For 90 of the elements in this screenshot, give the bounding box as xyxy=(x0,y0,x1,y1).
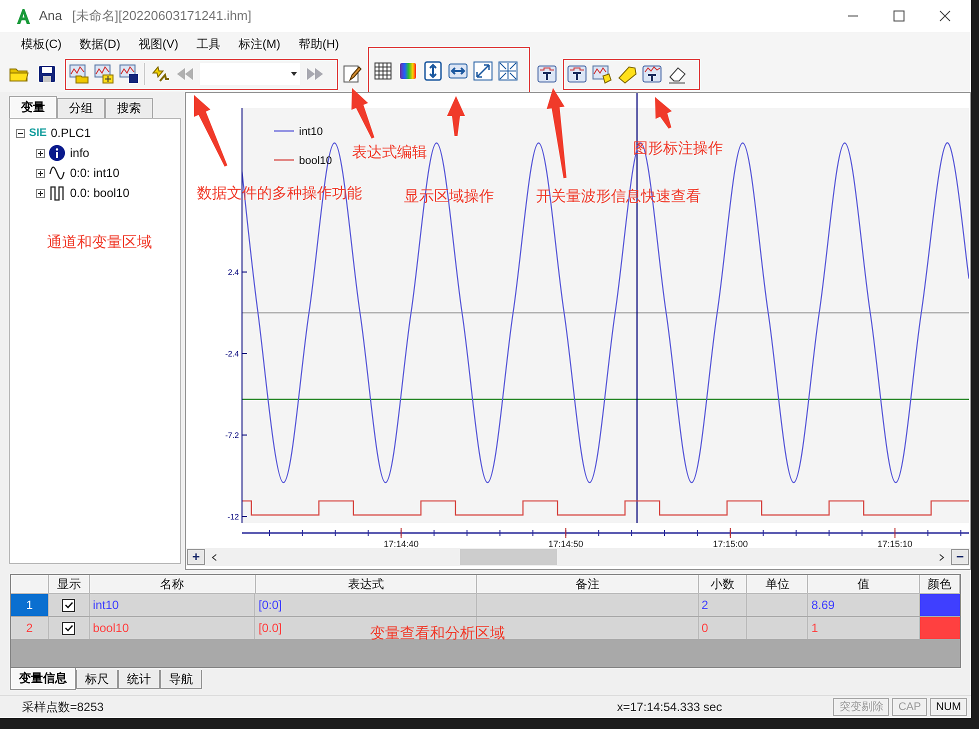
collapse-arrows-icon[interactable] xyxy=(498,60,518,80)
bit-wave-icon[interactable] xyxy=(537,64,557,84)
cursor-line[interactable] xyxy=(636,93,638,523)
table-cell-text: int10 xyxy=(92,597,119,614)
color-swatch[interactable] xyxy=(920,594,960,616)
x-tick-label: 17:15:10 xyxy=(877,539,912,548)
y-tick-label: -2.4 xyxy=(225,350,239,359)
expand-toggle[interactable] xyxy=(36,188,45,198)
save-icon[interactable] xyxy=(37,64,57,84)
expand-toggle[interactable] xyxy=(36,148,45,158)
expand-toggle[interactable] xyxy=(36,168,45,178)
y-tick-label: -12 xyxy=(227,512,239,522)
tree-item[interactable]: 0:0: int10 xyxy=(70,164,120,182)
legend-line xyxy=(274,130,294,132)
add-wave-icon[interactable] xyxy=(94,64,114,84)
pencil-icon[interactable] xyxy=(342,64,362,84)
table-cell-text: 1 xyxy=(811,620,818,637)
bottom-tab[interactable]: 统计 xyxy=(118,670,160,689)
checkbox[interactable] xyxy=(62,622,76,634)
x-tick-label: 17:14:50 xyxy=(548,539,584,548)
panel-tab[interactable]: 分组 xyxy=(57,98,105,118)
x-tick-label: 17:14:40 xyxy=(384,539,419,548)
menu-item[interactable]: 视图(V) xyxy=(131,35,186,53)
color-swatch[interactable] xyxy=(920,617,960,639)
menu-item[interactable]: 模板(C) xyxy=(14,35,69,53)
file-name: [未命名][20220603171241.ihm] xyxy=(72,7,252,26)
annotation-text: 变量查看和分析区域 xyxy=(370,624,505,644)
sine-wave-icon xyxy=(49,165,65,181)
menu-item[interactable]: 帮助(H) xyxy=(291,35,346,53)
square-wave-icon xyxy=(49,185,65,201)
tree-item[interactable]: info xyxy=(70,144,90,162)
cursor-position: x=17:14:54.333 sec xyxy=(617,699,722,716)
table-cell-text: 0 xyxy=(702,620,708,637)
menu-item[interactable]: 工具 xyxy=(189,35,228,53)
tag-icon[interactable] xyxy=(617,64,637,84)
open-wave-icon[interactable] xyxy=(69,64,89,84)
dropdown-caret-icon xyxy=(291,72,297,76)
save-wave-icon[interactable] xyxy=(119,64,139,84)
bottom-tab[interactable]: 标尺 xyxy=(76,670,118,689)
annotation-text: 通道和变量区域 xyxy=(47,233,152,253)
vertical-zoom-icon[interactable] xyxy=(423,60,443,80)
refresh-icon[interactable] xyxy=(150,64,170,84)
maximize-icon[interactable] xyxy=(893,10,905,22)
table-cell-text: 2 xyxy=(702,597,708,614)
wave-tag-icon[interactable] xyxy=(592,64,612,84)
table-cell-text: [0:0] xyxy=(258,597,282,614)
diagonal-arrow-icon[interactable] xyxy=(473,60,493,80)
app-logo-icon xyxy=(16,8,31,24)
status-indicator: CAP xyxy=(892,698,927,716)
x-tick-label: 17:15:00 xyxy=(712,539,748,548)
checkbox[interactable] xyxy=(62,598,76,612)
bottom-tab[interactable]: 变量信息 xyxy=(10,668,76,690)
legend-line xyxy=(274,159,294,161)
annotation-text: 表达式编辑 xyxy=(352,143,427,163)
color-palette-icon[interactable] xyxy=(398,60,418,80)
bottom-tab[interactable]: 导航 xyxy=(160,670,202,689)
sample-count: 采样点数=8253 xyxy=(22,699,105,716)
menu-item[interactable]: 数据(D) xyxy=(72,35,128,53)
table-cell-text: 8.69 xyxy=(811,597,835,614)
legend-label: int10 xyxy=(299,126,323,138)
table-cell-text: bool10 xyxy=(92,620,129,637)
zoom-in-button[interactable]: + xyxy=(187,549,205,565)
y-tick-label: 2.4 xyxy=(228,268,239,278)
info-icon xyxy=(49,145,65,161)
menu-item[interactable]: 标注(M) xyxy=(231,35,288,53)
window-title: Ana xyxy=(39,7,62,26)
panel-tab[interactable]: 搜索 xyxy=(105,98,153,118)
scroll-right-icon[interactable] xyxy=(939,552,945,562)
status-indicator: 突变剔除 xyxy=(833,698,890,716)
arrow xyxy=(194,95,228,167)
collapse-toggle[interactable] xyxy=(16,128,25,138)
arrow xyxy=(655,97,672,129)
row-index[interactable]: 1 xyxy=(11,594,49,616)
close-icon[interactable] xyxy=(939,10,951,22)
table-cell-text: [0.0] xyxy=(258,620,282,637)
status-indicator: NUM xyxy=(930,698,967,716)
device-label: SIE xyxy=(29,126,47,141)
zoom-out-button[interactable]: − xyxy=(951,549,969,565)
bit-wave-icon[interactable] xyxy=(567,64,587,84)
y-tick-label: -7.2 xyxy=(225,431,239,440)
tree-item[interactable]: 0.PLC1 xyxy=(50,124,91,142)
arrow xyxy=(351,88,374,139)
arrow xyxy=(447,96,465,136)
scroll-left-icon[interactable] xyxy=(211,552,217,562)
panel-tab[interactable]: 变量 xyxy=(9,96,57,118)
grid-icon[interactable] xyxy=(373,60,393,80)
horizontal-zoom-icon[interactable] xyxy=(448,60,468,80)
tree-item[interactable]: 0.0: bool10 xyxy=(70,184,130,202)
wave-marker-icon[interactable] xyxy=(642,64,662,84)
scrollbar-thumb[interactable] xyxy=(460,549,557,565)
